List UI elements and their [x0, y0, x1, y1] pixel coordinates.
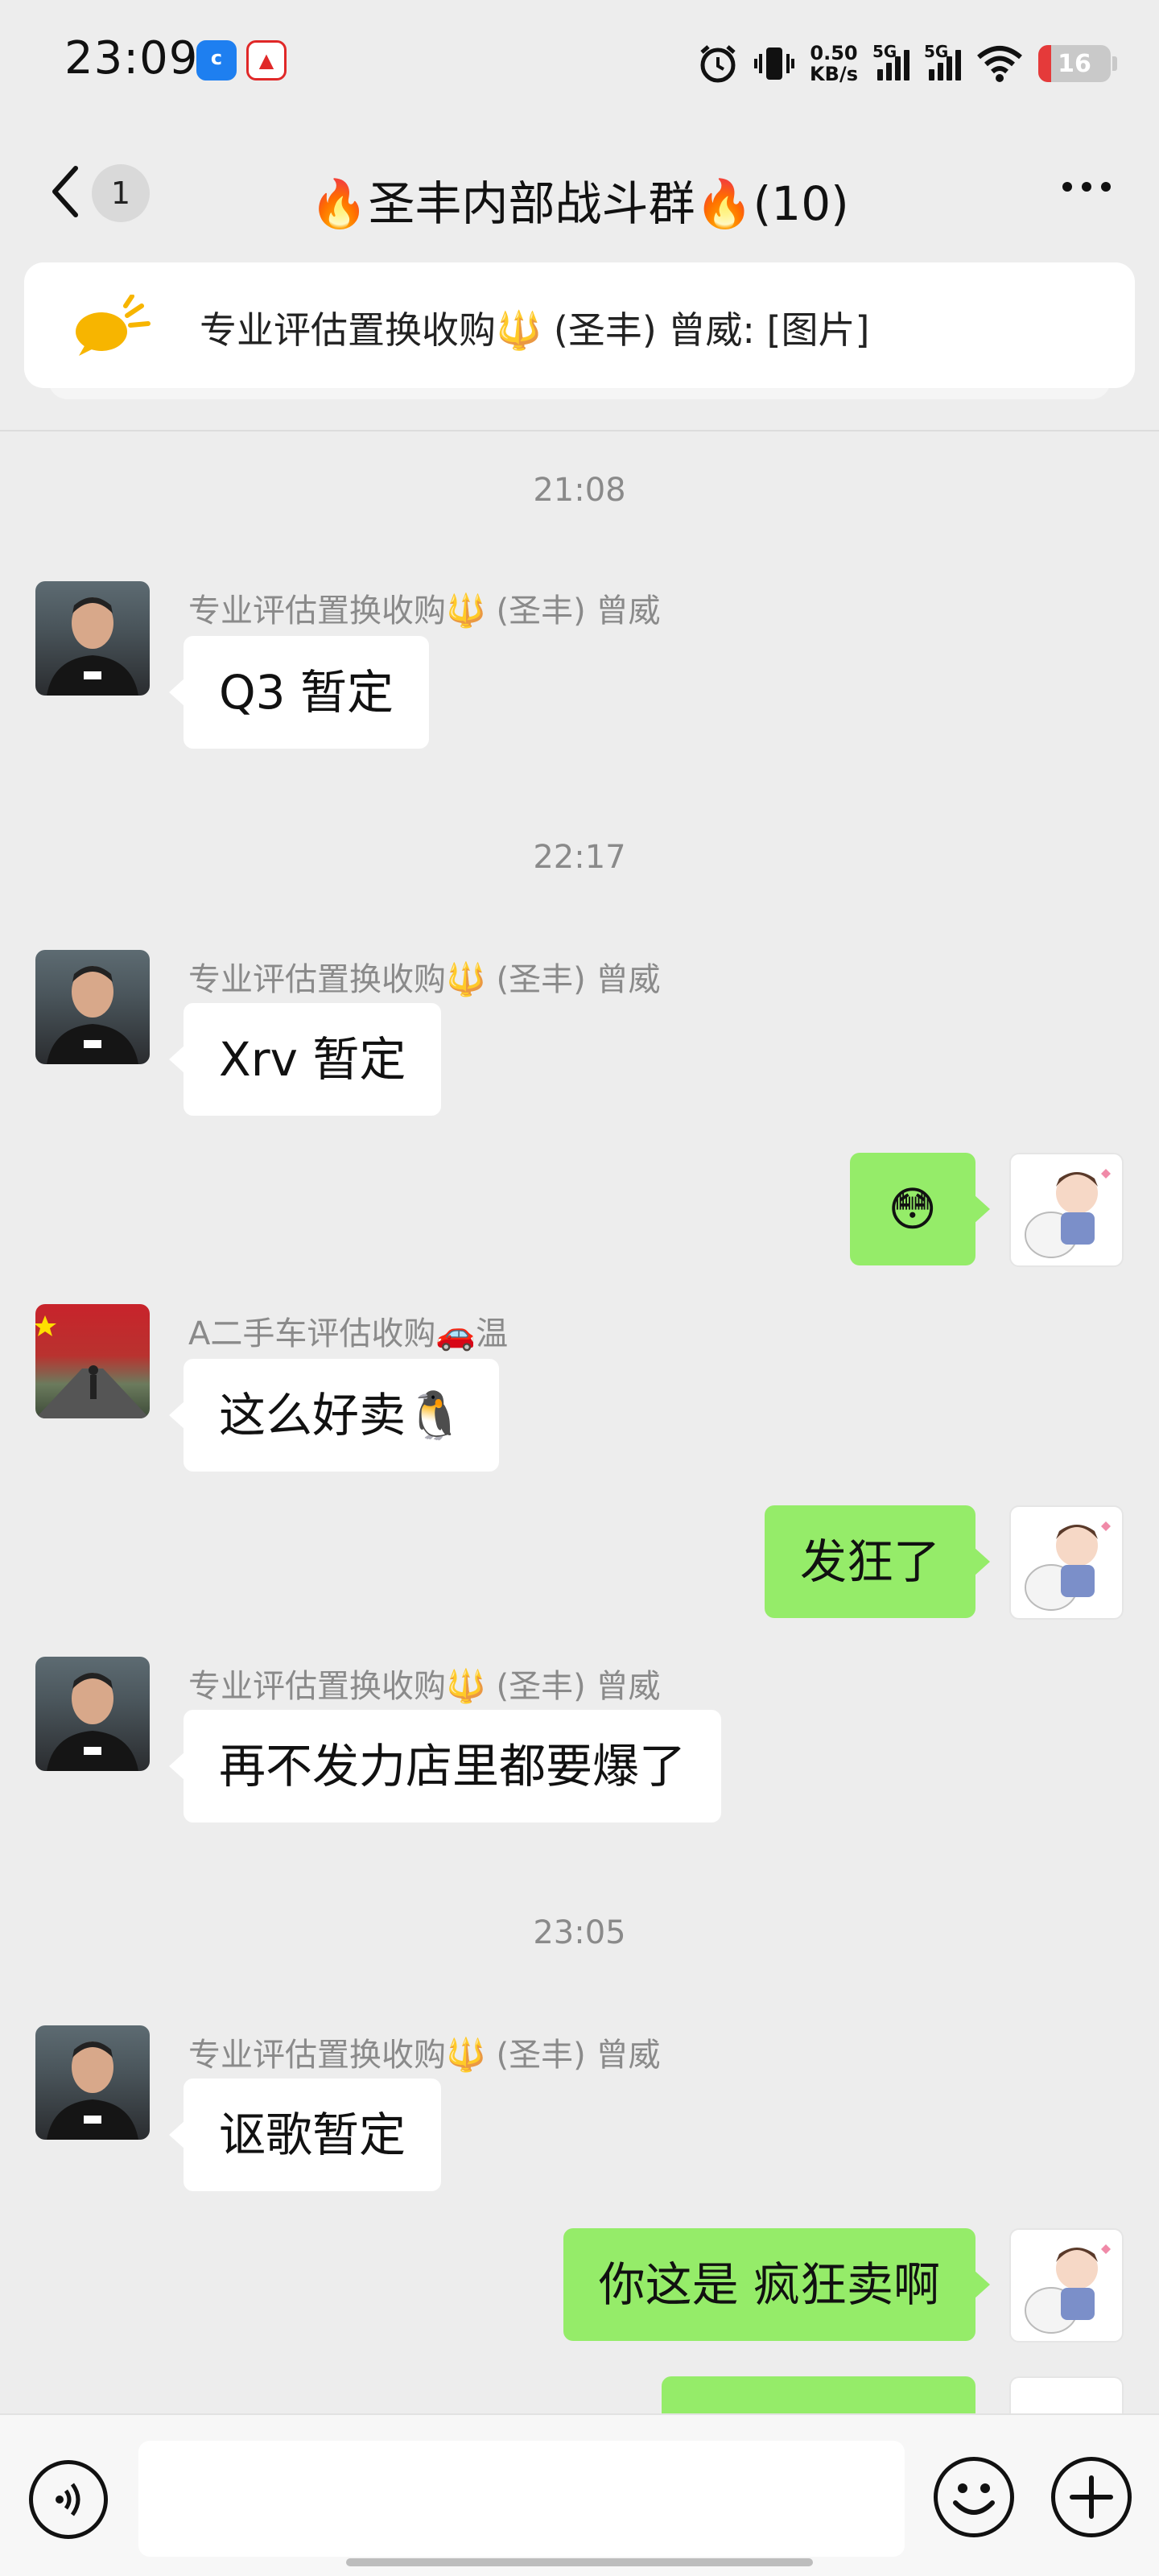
chat-title: 🔥圣丰内部战斗群🔥(10)	[310, 176, 849, 231]
message-bubble-outgoing[interactable]: 你这是 疯狂卖啊	[563, 2228, 991, 2341]
chat-header: 1 🔥圣丰内部战斗群🔥(10)	[0, 137, 1159, 250]
emoji-icon	[953, 2483, 995, 2515]
message-bubble-outgoing[interactable]: 😳	[849, 1153, 991, 1265]
message-timestamp: 23:05	[533, 1914, 626, 1951]
signal-label: 5G	[872, 42, 897, 61]
more-dots-icon	[1062, 182, 1072, 192]
notice-bubble-icon	[76, 295, 151, 356]
divider	[0, 430, 1159, 431]
message-bubble-outgoing[interactable]: 发狂了	[764, 1505, 991, 1618]
message-bubble-incoming[interactable]: Q3 暂定	[169, 636, 429, 749]
signal-label: 5G	[924, 42, 949, 61]
sender-name: 专业评估置换收购🔱 (圣丰) 曾威	[188, 2037, 661, 2074]
avatar-self[interactable]	[1009, 2376, 1124, 2413]
status-time: 23:09	[64, 32, 199, 85]
avatar[interactable]	[35, 2025, 150, 2140]
signal-strength-icon: 5G	[872, 42, 909, 80]
battery-level: 16	[1058, 49, 1091, 78]
avatar[interactable]	[35, 581, 150, 696]
message-bubble-outgoing-partial[interactable]	[662, 2376, 975, 2413]
sender-name: 专业评估置换收购🔱 (圣丰) 曾威	[188, 1668, 661, 1705]
status-bar: 23:09 c ▲ 0.50 KB/s 5G 5G 16	[0, 0, 1159, 121]
wifi-icon	[975, 41, 1024, 86]
avatar[interactable]	[35, 1304, 150, 1418]
voice-input-button[interactable]	[29, 2460, 108, 2539]
message-timestamp: 22:17	[533, 839, 626, 876]
app-notification-icon: c	[196, 40, 237, 80]
avatar[interactable]	[35, 950, 150, 1064]
network-speed-unit: KB/s	[810, 63, 858, 85]
avatar-self[interactable]	[1009, 2228, 1124, 2343]
alarm-icon	[697, 41, 739, 86]
emoji-button[interactable]	[934, 2457, 1014, 2537]
sender-name: 专业评估置换收购🔱 (圣丰) 曾威	[188, 961, 661, 998]
message-bubble-incoming[interactable]: 这么好卖🐧	[168, 1359, 500, 1472]
plus-icon	[1070, 2475, 1113, 2519]
sender-name: A二手车评估收购🚗温	[188, 1315, 509, 1352]
app-notification-icon: ▲	[246, 40, 287, 80]
voice-icon	[56, 2483, 80, 2516]
vibrate-icon	[753, 41, 795, 86]
home-indicator[interactable]	[346, 2558, 813, 2566]
more-functions-button[interactable]	[1051, 2457, 1132, 2537]
message-input[interactable]	[138, 2441, 905, 2557]
pinned-message-text: 专业评估置换收购🔱 (圣丰) 曾威: [图片]	[200, 308, 870, 352]
message-timestamp: 21:08	[533, 472, 626, 509]
signal-strength-icon: 5G	[924, 42, 961, 80]
input-bar	[0, 2413, 1159, 2576]
status-indicators: 0.50 KB/s 5G 5G 16	[697, 35, 1117, 92]
avatar[interactable]	[35, 1657, 150, 1771]
avatar-self[interactable]	[1009, 1153, 1124, 1267]
battery-icon: 16	[1038, 45, 1117, 82]
message-bubble-incoming[interactable]: 再不发力店里都要爆了	[168, 1710, 722, 1823]
message-bubble-incoming[interactable]: 讴歌暂定	[168, 2079, 442, 2191]
more-options-button[interactable]	[1062, 182, 1111, 192]
avatar-self[interactable]	[1009, 1505, 1124, 1620]
pinned-message[interactable]: 专业评估置换收购🔱 (圣丰) 曾威: [图片]	[24, 262, 1135, 388]
sender-name: 专业评估置换收购🔱 (圣丰) 曾威	[188, 592, 661, 630]
network-speed: 0.50 KB/s	[810, 43, 858, 85]
network-speed-value: 0.50	[810, 42, 858, 64]
message-bubble-incoming[interactable]: Xrv 暂定	[168, 1003, 442, 1116]
